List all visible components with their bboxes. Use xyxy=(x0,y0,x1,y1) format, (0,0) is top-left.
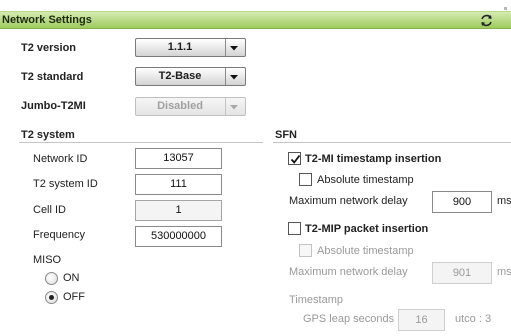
window-edge-marker xyxy=(504,7,507,10)
cell-id-label: Cell ID xyxy=(33,204,67,216)
t2mi-absolute-timestamp-checkbox[interactable] xyxy=(299,173,312,186)
miso-off-label: OFF xyxy=(63,291,85,303)
t2-version-value: 1.1.1 xyxy=(167,41,193,53)
network-id-field[interactable]: 13057 xyxy=(135,148,222,169)
t2-standard-dropdown[interactable]: T2-Base xyxy=(135,67,246,86)
utco-readout: utco : 3 xyxy=(455,313,492,325)
t2mip-absolute-timestamp-label: Absolute timestamp xyxy=(317,245,414,257)
frequency-label: Frequency xyxy=(33,229,85,241)
checkmark-icon xyxy=(290,154,301,164)
miso-on-radio[interactable] xyxy=(45,272,58,285)
t2-version-label: T2 version xyxy=(21,42,77,54)
miso-on-label: ON xyxy=(63,272,80,284)
cell-id-field[interactable]: 1 xyxy=(135,200,222,221)
sfn-divider xyxy=(273,142,511,143)
t2-standard-label: T2 standard xyxy=(21,71,84,83)
frequency-field[interactable]: 530000000 xyxy=(135,226,222,247)
jumbo-t2mi-value: Disabled xyxy=(157,100,203,112)
network-id-label: Network ID xyxy=(33,153,88,165)
jumbo-t2mi-label: Jumbo-T2MI xyxy=(21,100,86,112)
gps-leap-seconds-field[interactable]: 16 xyxy=(398,309,445,331)
window-title: Network Settings xyxy=(2,14,92,26)
t2mi-absolute-timestamp-label: Absolute timestamp xyxy=(317,174,414,186)
chevron-down-icon xyxy=(228,42,240,54)
t2-version-dropdown[interactable]: 1.1.1 xyxy=(135,38,246,57)
gps-leap-seconds-label: GPS leap seconds xyxy=(303,313,395,325)
t2-system-id-label: T2 system ID xyxy=(33,178,98,190)
chevron-down-icon xyxy=(228,71,240,83)
t2mip-packet-label: T2-MIP packet insertion xyxy=(305,223,429,235)
refresh-icon[interactable] xyxy=(478,12,495,29)
t2mi-max-delay-label: Maximum network delay xyxy=(289,195,408,207)
jumbo-t2mi-dropdown[interactable]: Disabled xyxy=(135,97,246,116)
chevron-down-icon xyxy=(228,101,240,113)
title-bar: Network Settings xyxy=(0,11,511,29)
miso-off-radio[interactable] xyxy=(45,291,58,304)
t2mip-max-delay-field[interactable]: 901 xyxy=(432,262,492,284)
radio-selected-dot xyxy=(49,295,54,300)
t2mip-max-delay-unit: ms xyxy=(497,266,511,278)
miso-label: MISO xyxy=(33,254,62,266)
t2mi-max-delay-unit: ms xyxy=(497,195,511,207)
t2mi-max-delay-field[interactable]: 900 xyxy=(432,191,492,213)
t2-system-heading: T2 system xyxy=(21,129,75,141)
t2-standard-value: T2-Base xyxy=(158,70,202,82)
t2-system-divider xyxy=(19,142,263,143)
t2mip-absolute-timestamp-checkbox[interactable] xyxy=(299,244,312,257)
sfn-heading: SFN xyxy=(275,129,297,141)
t2mi-timestamp-checkbox[interactable] xyxy=(288,152,301,165)
timestamp-label: Timestamp xyxy=(289,294,343,306)
t2-system-id-field[interactable]: 111 xyxy=(135,174,222,195)
t2mip-packet-checkbox[interactable] xyxy=(288,222,301,235)
t2mip-max-delay-label: Maximum network delay xyxy=(289,266,408,278)
t2mi-timestamp-label: T2-MI timestamp insertion xyxy=(305,153,442,165)
